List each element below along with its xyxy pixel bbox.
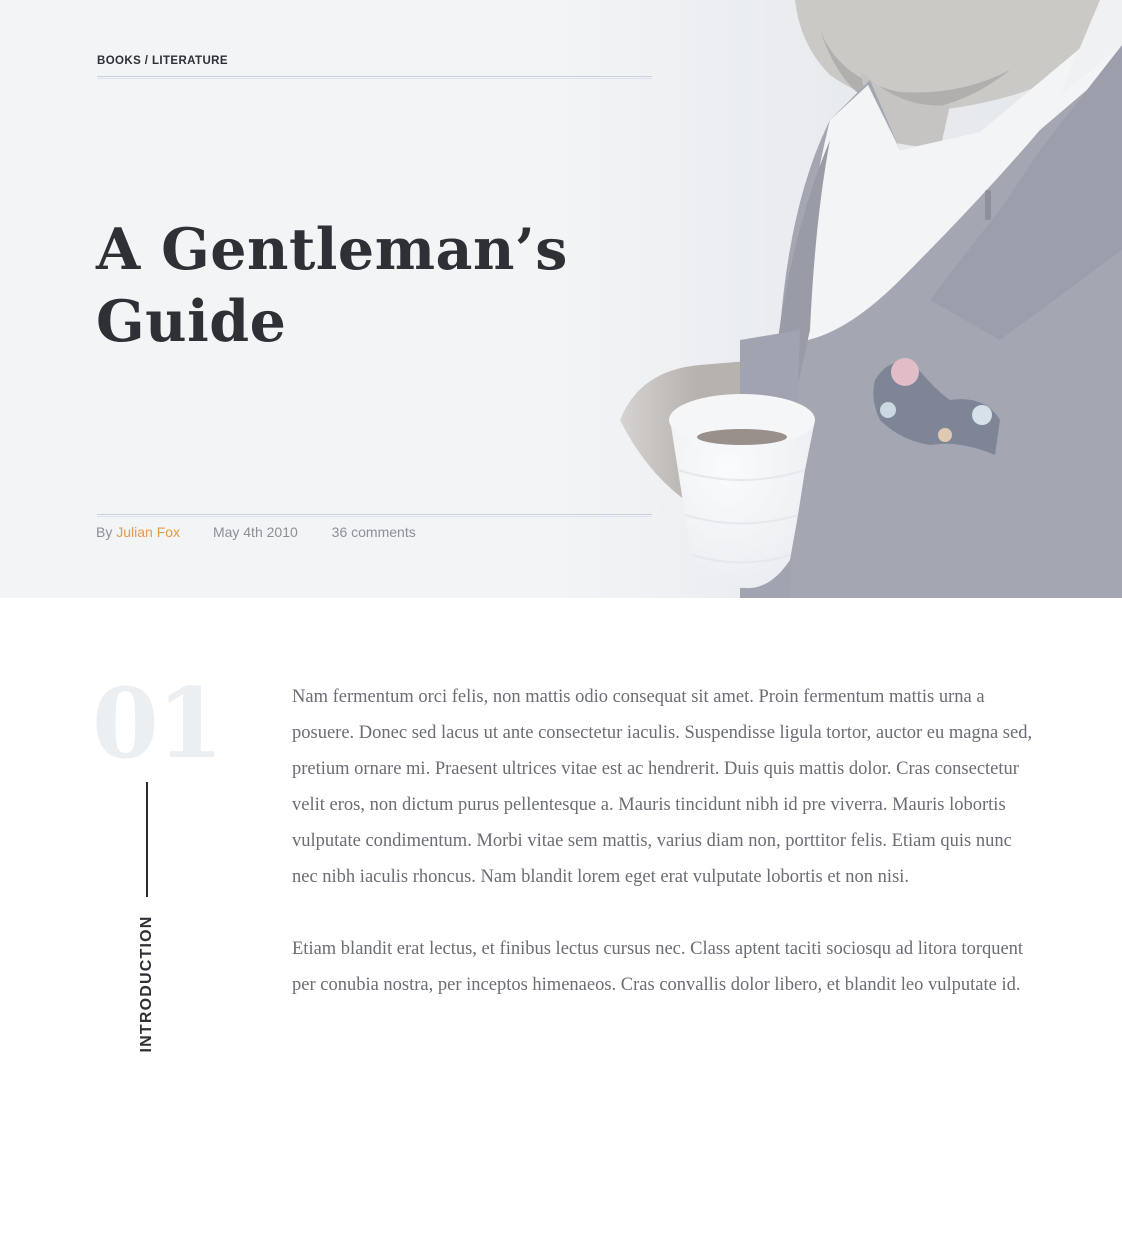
section-number: 01 <box>92 667 224 780</box>
breadcrumb[interactable]: BOOKS / LITERATURE <box>97 55 228 67</box>
comments-link[interactable]: 36 comments <box>332 524 416 540</box>
header-divider-bottom <box>97 514 652 517</box>
post-meta: By Julian Fox May 4th 2010 36 comments <box>96 524 416 540</box>
header-divider-top <box>97 76 652 79</box>
page-title-line-1: A Gentleman’s <box>96 216 568 283</box>
post-date: May 4th 2010 <box>212 524 298 540</box>
author-link[interactable]: Julian Fox <box>116 524 180 540</box>
hero-header: BOOKS / LITERATURE A Gentleman’s Guide B… <box>0 0 1122 598</box>
section-divider-line <box>146 782 148 897</box>
section-label: INTRODUCTION <box>138 915 155 1053</box>
page-title: A Gentleman’s Guide <box>96 214 656 358</box>
page-title-line-2: Guide <box>96 288 287 355</box>
article-paragraph-2: Etiam blandit erat lectus, et finibus le… <box>292 939 1024 995</box>
article-body: Nam fermentum orci felis, non mattis odi… <box>292 679 1037 1039</box>
article-paragraph-1: Nam fermentum orci felis, non mattis odi… <box>292 687 1033 887</box>
meta-by-label: By <box>96 524 113 540</box>
